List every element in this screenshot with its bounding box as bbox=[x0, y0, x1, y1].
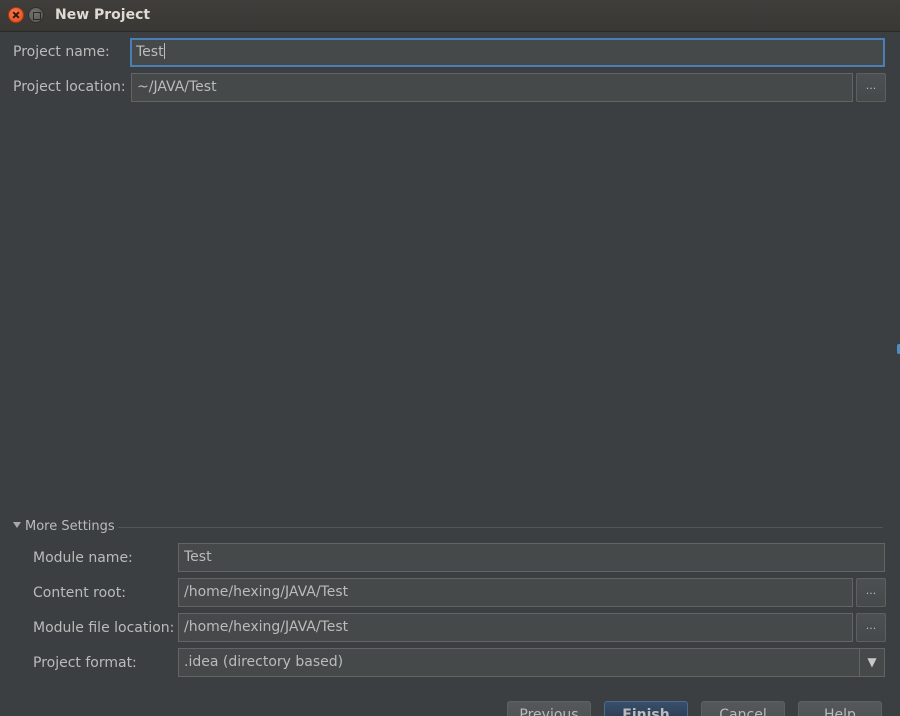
help-button[interactable]: Help bbox=[798, 701, 882, 716]
project-name-input[interactable]: Test bbox=[130, 38, 885, 67]
window-title: New Project bbox=[55, 7, 151, 23]
project-location-input[interactable]: ~/JAVA/Test bbox=[131, 73, 853, 102]
more-settings-toggle[interactable]: More Settings bbox=[13, 519, 115, 534]
maximize-icon[interactable] bbox=[28, 7, 44, 23]
module-name-input[interactable]: Test bbox=[178, 543, 885, 572]
dropdown-arrow-icon[interactable]: ▼ bbox=[859, 649, 884, 676]
project-name-value: Test bbox=[136, 44, 164, 60]
browse-content-root-button[interactable]: ... bbox=[856, 578, 886, 607]
module-name-label: Module name: bbox=[33, 550, 133, 566]
module-file-location-label: Module file location: bbox=[33, 620, 175, 636]
previous-button[interactable]: Previous bbox=[507, 701, 591, 716]
content-root-input[interactable]: /home/hexing/JAVA/Test bbox=[178, 578, 853, 607]
project-format-value: .idea (directory based) bbox=[184, 654, 344, 670]
triangle-down-icon bbox=[13, 522, 21, 528]
cancel-button[interactable]: Cancel bbox=[701, 701, 785, 716]
text-caret bbox=[163, 43, 165, 59]
browse-module-file-location-button[interactable]: ... bbox=[856, 613, 886, 642]
more-settings-divider bbox=[118, 527, 883, 528]
module-file-location-input[interactable]: /home/hexing/JAVA/Test bbox=[178, 613, 853, 642]
project-location-label: Project location: bbox=[13, 79, 126, 95]
finish-button[interactable]: Finish bbox=[604, 701, 688, 716]
project-name-label: Project name: bbox=[13, 44, 110, 60]
browse-project-location-button[interactable]: ... bbox=[856, 73, 886, 102]
project-format-select[interactable]: .idea (directory based) ▼ bbox=[178, 648, 885, 677]
title-bar: New Project bbox=[0, 0, 900, 32]
close-icon[interactable] bbox=[8, 7, 24, 23]
new-project-dialog: New Project Project name: Test Project l… bbox=[0, 0, 900, 716]
project-format-label: Project format: bbox=[33, 655, 137, 671]
content-root-label: Content root: bbox=[33, 585, 126, 601]
more-settings-label: More Settings bbox=[25, 519, 115, 534]
